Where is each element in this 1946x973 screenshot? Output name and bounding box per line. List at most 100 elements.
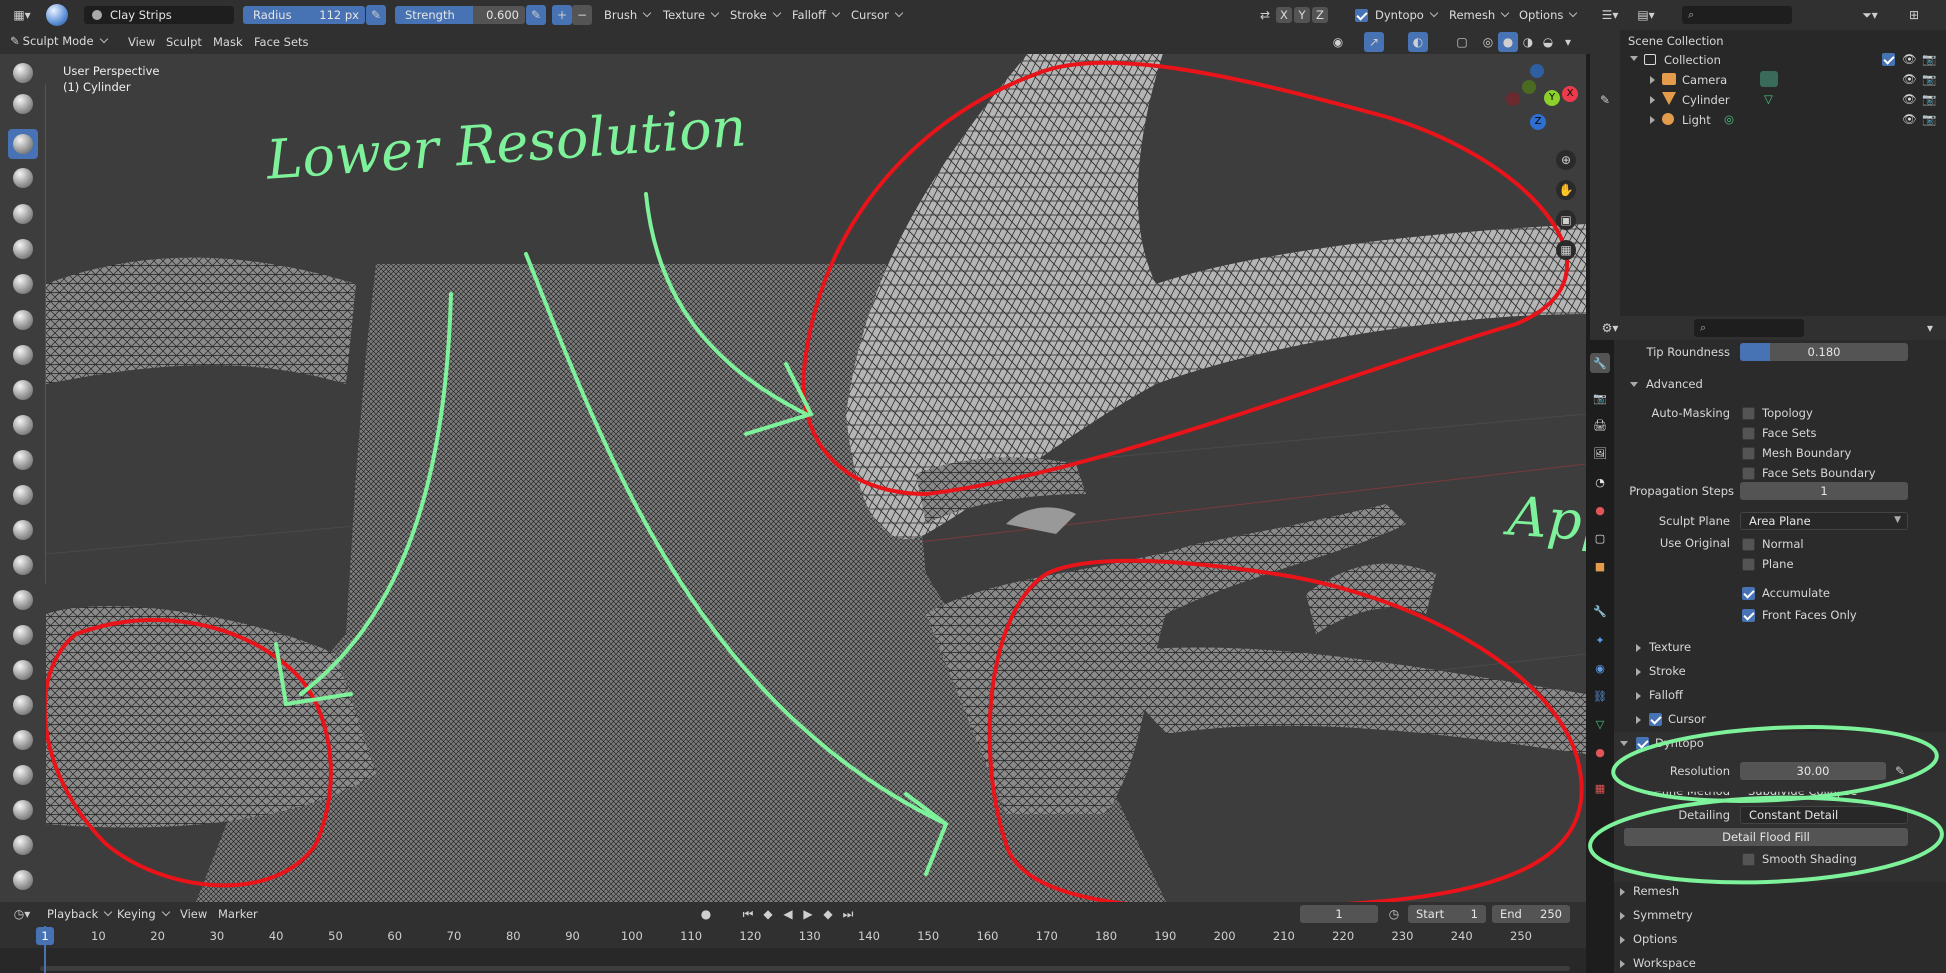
record-icon[interactable]: ● xyxy=(696,904,716,924)
add-direction-button[interactable]: + xyxy=(552,5,572,25)
texture-menu[interactable]: Texture xyxy=(663,8,718,22)
outliner-editor-type-icon[interactable]: ☰▾ xyxy=(1596,5,1624,25)
xray-toggle-icon[interactable]: ▢ xyxy=(1452,32,1472,52)
properties-options-icon[interactable]: ▾ xyxy=(1920,318,1940,338)
collection-render-icon[interactable]: 📷 xyxy=(1922,52,1936,66)
gizmo-neg-x[interactable] xyxy=(1506,92,1520,106)
gizmo-y-axis[interactable]: Y xyxy=(1544,90,1560,106)
outliner-search-field[interactable]: ⌕ xyxy=(1682,6,1792,24)
accumulate-checkbox[interactable] xyxy=(1742,587,1755,600)
blob-brush-tool[interactable] xyxy=(8,269,38,299)
eyedropper-icon[interactable]: ✎ xyxy=(1890,761,1910,781)
radius-pressure-icon[interactable]: ✎ xyxy=(366,5,386,25)
collection-tab-icon[interactable]: ▢ xyxy=(1590,528,1610,548)
fill-brush-tool[interactable] xyxy=(8,410,38,440)
elastic-deform-brush-tool[interactable] xyxy=(8,585,38,615)
use-original-plane-checkbox[interactable] xyxy=(1742,558,1755,571)
advanced-section-header[interactable]: Advanced xyxy=(1630,377,1703,391)
strength-field[interactable]: Strength 0.600 xyxy=(395,6,525,24)
dyntopo-section-header[interactable]: Dyntopo xyxy=(1620,736,1704,750)
cylinder-render-icon[interactable]: 📷 xyxy=(1922,92,1936,106)
face-sets-boundary-checkbox[interactable] xyxy=(1742,467,1755,480)
detail-flood-fill-button[interactable]: Detail Flood Fill xyxy=(1624,828,1908,846)
prev-keyframe-icon[interactable]: ◆ xyxy=(758,904,778,924)
sculpt-plane-dropdown[interactable]: Area Plane ▼ xyxy=(1740,512,1908,530)
inflate-brush-tool[interactable] xyxy=(8,234,38,264)
world-tab-icon[interactable]: ● xyxy=(1590,500,1610,520)
strength-pressure-icon[interactable]: ✎ xyxy=(526,5,546,25)
timeline-editor-type-icon[interactable]: ◷▾ xyxy=(8,904,36,924)
draw-sharp-brush-tool[interactable] xyxy=(8,89,38,119)
layer-brush-tool[interactable] xyxy=(8,199,38,229)
mesh-boundary-checkbox[interactable] xyxy=(1742,447,1755,460)
play-icon[interactable]: ▶ xyxy=(798,904,818,924)
collection-row[interactable]: Collection 👁 📷 xyxy=(1620,50,1946,70)
collection-visibility-icon[interactable]: 👁 xyxy=(1902,52,1917,66)
face-sets-checkbox[interactable] xyxy=(1742,427,1755,440)
sculpt-menu[interactable]: Sculpt xyxy=(166,35,202,49)
dyntopo-menu[interactable]: Dyntopo xyxy=(1375,8,1437,22)
view-menu[interactable]: View xyxy=(128,35,155,49)
draw-brush-tool[interactable] xyxy=(8,58,38,88)
topology-checkbox[interactable] xyxy=(1742,407,1755,420)
view-layer-tab-icon[interactable]: 🖼 xyxy=(1590,443,1610,463)
scrape-brush-tool[interactable] xyxy=(8,445,38,475)
mirror-icon[interactable]: ⇄ xyxy=(1255,5,1275,25)
radius-field[interactable]: Radius 112 px xyxy=(243,6,365,24)
multiplane-scrape-brush-tool[interactable] xyxy=(8,480,38,510)
use-original-normal-checkbox[interactable] xyxy=(1742,538,1755,551)
light-visibility-icon[interactable]: 👁 xyxy=(1902,112,1917,126)
texture-section-header[interactable]: Texture xyxy=(1636,640,1691,654)
falloff-section-header[interactable]: Falloff xyxy=(1636,688,1683,702)
smooth-brush-tool[interactable] xyxy=(8,340,38,370)
mode-selector[interactable]: ✎ Sculpt Mode xyxy=(10,34,107,48)
axis-x-toggle[interactable]: X xyxy=(1276,7,1292,23)
scene-tab-icon[interactable]: ◔ xyxy=(1590,472,1610,492)
cursor-checkbox[interactable] xyxy=(1649,713,1662,726)
resolution-field[interactable]: 30.00 xyxy=(1740,762,1886,780)
thumb-brush-tool[interactable] xyxy=(8,655,38,685)
face-sets-menu[interactable]: Face Sets xyxy=(254,35,309,49)
smooth-shading-checkbox[interactable] xyxy=(1742,853,1755,866)
brush-name-field[interactable]: Clay Strips xyxy=(84,6,234,24)
gizmo-x-axis[interactable]: X xyxy=(1562,86,1578,102)
jump-start-icon[interactable]: ⏮ xyxy=(738,904,758,924)
stroke-menu[interactable]: Stroke xyxy=(730,8,780,22)
dyntopo-toggle[interactable] xyxy=(1355,9,1368,22)
slide-relax-brush-tool[interactable] xyxy=(8,795,38,825)
cursor-section-header[interactable]: Cursor xyxy=(1636,712,1706,726)
axis-z-toggle[interactable]: Z xyxy=(1312,7,1328,23)
options-menu[interactable]: Options xyxy=(1519,8,1576,22)
grab-brush-tool[interactable] xyxy=(8,550,38,580)
start-frame-field[interactable]: Start 1 xyxy=(1408,905,1486,923)
boundary-brush-tool[interactable] xyxy=(8,830,38,860)
end-frame-field[interactable]: End 250 xyxy=(1492,905,1570,923)
display-mode-icon[interactable]: ▤▾ xyxy=(1632,5,1660,25)
navigation-gizmo[interactable]: Y X Z xyxy=(1500,64,1580,144)
particles-tab-icon[interactable]: ✦ xyxy=(1590,630,1610,650)
output-tab-icon[interactable]: 🖨 xyxy=(1590,415,1610,435)
properties-editor-type-icon[interactable]: ⚙▾ xyxy=(1596,318,1624,338)
next-keyframe-icon[interactable]: ◆ xyxy=(818,904,838,924)
shading-material-icon[interactable]: ◑ xyxy=(1518,32,1538,52)
zoom-icon[interactable]: ⊕ xyxy=(1556,150,1576,170)
texture-tab-icon[interactable]: ▦ xyxy=(1590,778,1610,798)
stroke-section-header[interactable]: Stroke xyxy=(1636,664,1686,678)
new-collection-icon[interactable]: ⊞ xyxy=(1904,5,1924,25)
constraints-tab-icon[interactable]: ⛓ xyxy=(1590,686,1610,706)
cylinder-visibility-icon[interactable]: 👁 xyxy=(1902,92,1917,106)
eyedropper-icon[interactable]: ✎ xyxy=(1595,90,1615,110)
light-render-icon[interactable]: 📷 xyxy=(1922,112,1936,126)
overlay-toggle-icon[interactable]: ◐ xyxy=(1408,32,1428,52)
modifier-tab-icon[interactable]: 🔧 xyxy=(1590,601,1610,621)
preview-range-icon[interactable]: ◷ xyxy=(1384,904,1404,924)
dyntopo-panel-checkbox[interactable] xyxy=(1636,737,1649,750)
flatten-brush-tool[interactable] xyxy=(8,375,38,405)
marker-menu[interactable]: Marker xyxy=(218,907,258,921)
keying-menu[interactable]: Keying xyxy=(117,907,169,921)
timeline-view-menu[interactable]: View xyxy=(180,907,207,921)
3d-viewport[interactable]: User Perspective (1) Cylinder Lower Reso… xyxy=(46,54,1586,902)
nudge-brush-tool[interactable] xyxy=(8,725,38,755)
light-data-icon[interactable]: ◎ xyxy=(1724,112,1734,126)
camera-visibility-icon[interactable]: 👁 xyxy=(1902,72,1917,86)
